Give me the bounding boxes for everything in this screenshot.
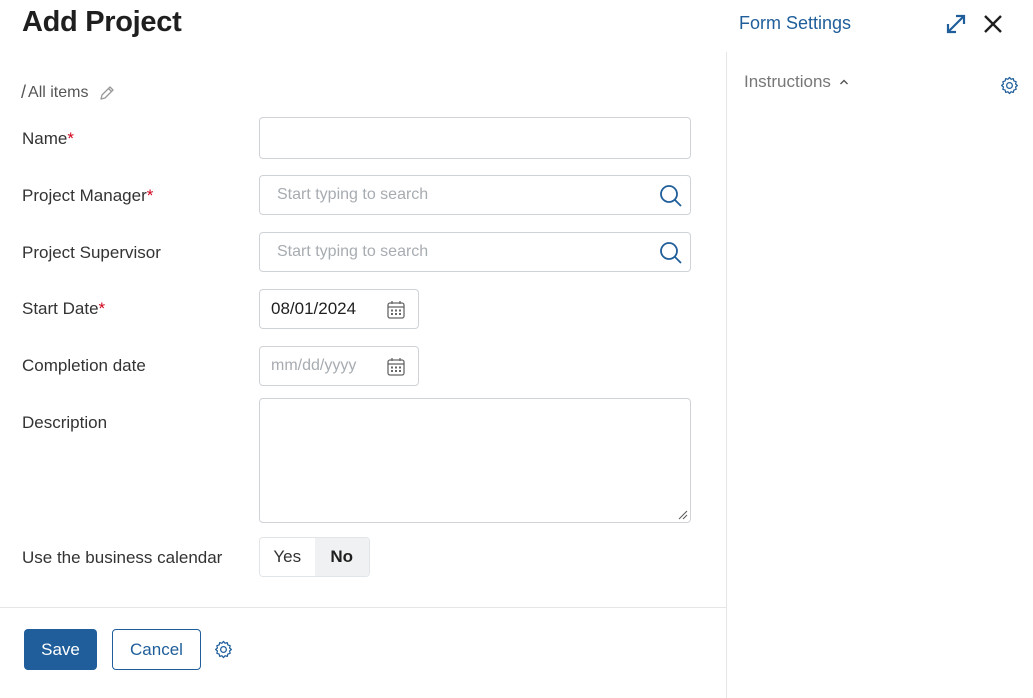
name-label-text: Name [22, 129, 68, 148]
gear-icon[interactable] [214, 640, 233, 659]
page-title: Add Project [22, 6, 182, 38]
project-manager-label-text: Project Manager [22, 186, 147, 205]
project-manager-input[interactable]: Start typing to search [259, 175, 691, 215]
start-date-input[interactable]: 08/01/2024 [259, 289, 419, 329]
gear-icon[interactable] [1000, 76, 1019, 95]
completion-date-placeholder: mm/dd/yyyy [271, 357, 357, 374]
required-mark: * [67, 129, 74, 148]
breadcrumb: / All items [21, 82, 116, 103]
start-date-value: 08/01/2024 [271, 299, 357, 318]
description-label: Description [22, 413, 108, 432]
form-settings-link[interactable]: Form Settings [739, 13, 851, 34]
breadcrumb-all-items[interactable]: All items [28, 84, 88, 102]
footer-divider [0, 607, 726, 608]
required-mark: * [98, 299, 106, 318]
description-textarea[interactable] [259, 398, 691, 523]
search-icon[interactable] [658, 183, 684, 209]
business-calendar-label: Use the business calendar [22, 548, 223, 567]
chevron-up-icon [839, 79, 848, 85]
start-date-label-text: Start Date [22, 299, 99, 318]
required-mark: * [146, 186, 154, 205]
completion-date-label: Completion date [22, 356, 146, 375]
expand-icon[interactable] [944, 12, 968, 36]
resize-handle-icon[interactable] [677, 509, 688, 520]
toggle-no[interactable]: No [314, 538, 369, 576]
start-date-label: Start Date* [22, 299, 105, 319]
name-input[interactable] [259, 117, 691, 159]
pencil-icon[interactable] [98, 84, 116, 102]
project-supervisor-input[interactable]: Start typing to search [259, 232, 691, 272]
close-icon[interactable] [980, 11, 1006, 37]
project-manager-placeholder: Start typing to search [277, 186, 429, 203]
project-supervisor-label: Project Supervisor [22, 243, 161, 262]
project-supervisor-placeholder: Start typing to search [277, 243, 429, 260]
toggle-yes[interactable]: Yes [260, 538, 315, 576]
cancel-button[interactable]: Cancel [112, 629, 201, 670]
calendar-icon[interactable] [387, 300, 405, 319]
instructions-toggle[interactable]: Instructions [744, 72, 849, 92]
search-icon[interactable] [658, 240, 684, 266]
business-calendar-toggle: Yes No [259, 537, 370, 577]
instructions-label: Instructions [744, 72, 831, 91]
name-label: Name* [22, 129, 74, 149]
breadcrumb-separator: / [21, 82, 27, 102]
project-manager-label: Project Manager* [22, 186, 153, 206]
save-button[interactable]: Save [24, 629, 97, 670]
calendar-icon[interactable] [387, 357, 405, 376]
panel-divider [726, 52, 727, 698]
completion-date-input[interactable]: mm/dd/yyyy [259, 346, 419, 386]
